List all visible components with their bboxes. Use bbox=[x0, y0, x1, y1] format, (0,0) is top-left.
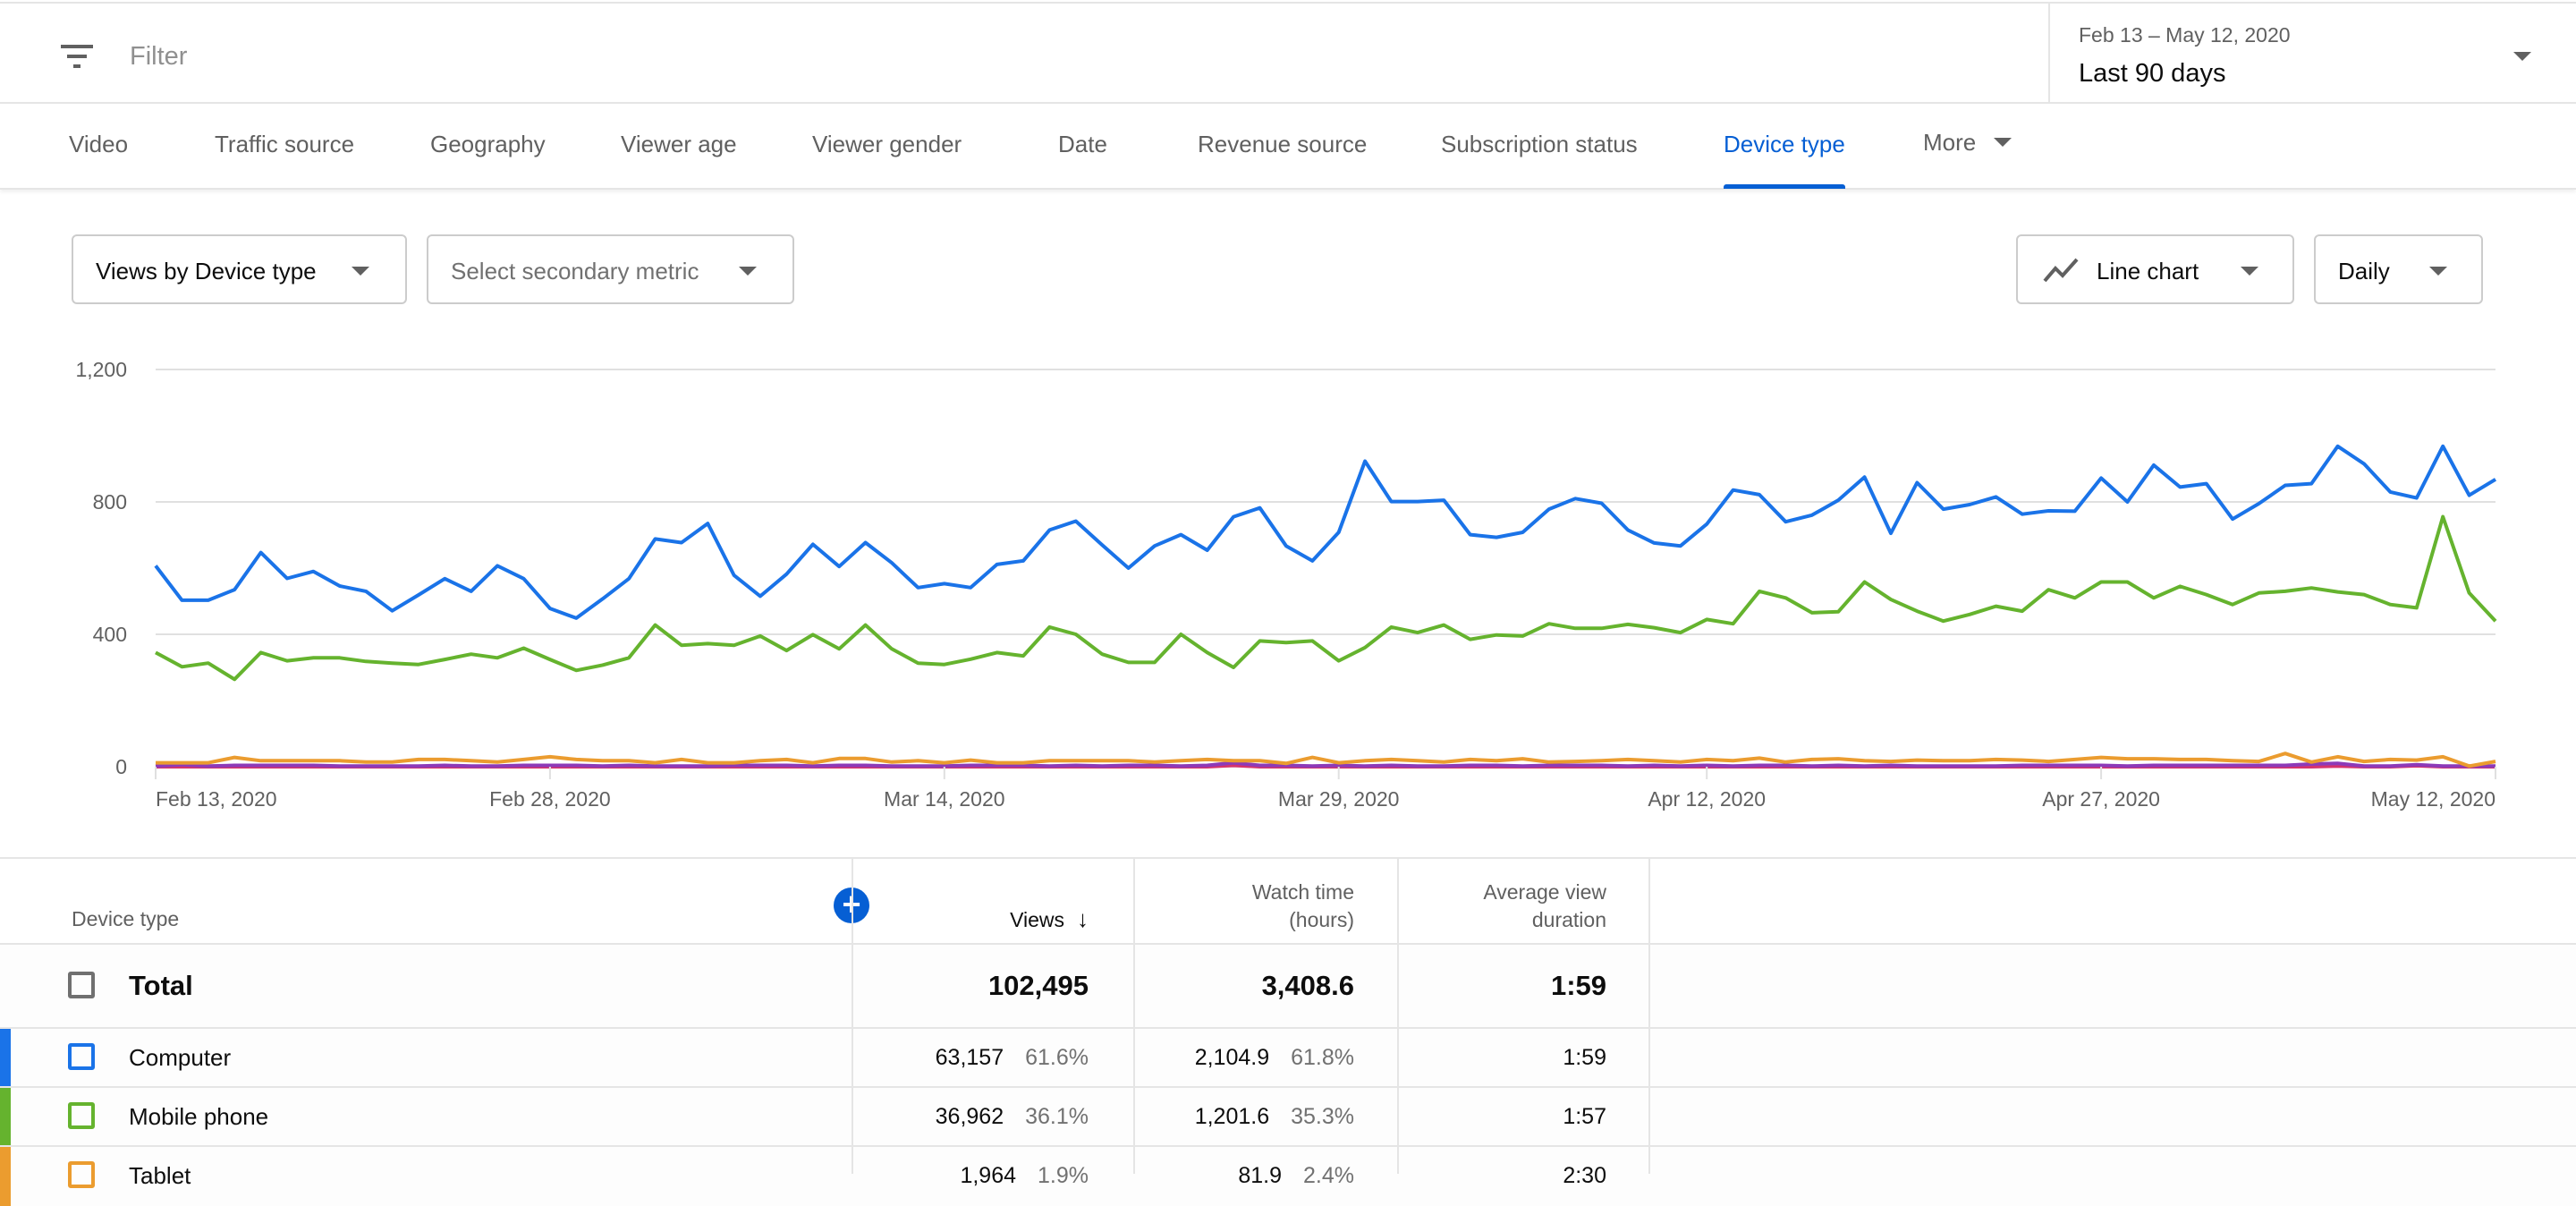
total-views: 102,495 bbox=[987, 970, 1089, 1001]
series-line-mobile-phone[interactable] bbox=[155, 514, 2497, 682]
period-dropdown[interactable]: Daily bbox=[2314, 234, 2483, 304]
filter-input[interactable] bbox=[128, 36, 2010, 77]
line-chart: 0 400 800 1,200 Feb 13, 2020 Feb 28, 2020 Mar … bbox=[0, 340, 2576, 823]
chevron-down-icon bbox=[2429, 267, 2447, 276]
tab-subscription-status[interactable]: Subscription status bbox=[1441, 131, 1638, 158]
row-watch-time: 81.9 2.4% bbox=[1238, 1163, 1354, 1188]
filter-bar: Feb 13 – May 12, 2020 Last 90 days bbox=[0, 2, 2576, 104]
x-tick-label: Apr 27, 2020 bbox=[2042, 787, 2160, 811]
chevron-down-icon bbox=[2241, 267, 2258, 276]
chevron-down-icon bbox=[739, 267, 757, 276]
line-chart-svg: 0 400 800 1,200 Feb 13, 2020 Feb 28, 2020 Mar … bbox=[75, 358, 2497, 811]
x-tick-label: Mar 14, 2020 bbox=[884, 787, 1005, 811]
column-divider bbox=[852, 859, 853, 1174]
header-watch-time[interactable]: Watch time (hours) bbox=[1252, 879, 1354, 934]
tab-geography[interactable]: Geography bbox=[430, 131, 546, 158]
secondary-metric-dropdown[interactable]: Select secondary metric bbox=[427, 234, 794, 304]
y-tick-label: 800 bbox=[93, 490, 127, 514]
row-name: Computer bbox=[129, 1044, 232, 1071]
tab-video[interactable]: Video bbox=[69, 131, 128, 158]
y-tick-label: 0 bbox=[115, 755, 127, 778]
dimension-tabs: Video Traffic source Geography Viewer ag… bbox=[0, 104, 2576, 190]
header-device-type[interactable]: Device type bbox=[72, 905, 179, 933]
row-checkbox[interactable] bbox=[68, 1043, 95, 1070]
table-row[interactable]: Computer 63,157 61.6% 2,104.9 61.8% 1:59 bbox=[0, 1029, 2576, 1088]
column-divider bbox=[1397, 859, 1399, 1174]
total-avd: 1:59 bbox=[1550, 970, 1606, 1001]
secondary-metric-placeholder: Select secondary metric bbox=[451, 258, 699, 285]
header-avd-line1: Average view bbox=[1483, 880, 1606, 904]
header-average-view-duration[interactable]: Average view duration bbox=[1483, 879, 1606, 934]
date-range-label: Last 90 days bbox=[2079, 59, 2226, 88]
primary-metric-dropdown[interactable]: Views by Device type bbox=[72, 234, 407, 304]
row-watch-time: 2,104.9 61.8% bbox=[1194, 1045, 1354, 1070]
tab-traffic-source[interactable]: Traffic source bbox=[215, 131, 354, 158]
row-avd: 1:57 bbox=[1563, 1104, 1606, 1129]
table-row[interactable]: Tablet 1,964 1.9% 81.9 2.4% 2:30 bbox=[0, 1147, 2576, 1206]
column-divider bbox=[1648, 859, 1650, 1174]
table-row-total: Total 102,495 3,408.6 1:59 bbox=[0, 945, 2576, 1029]
row-avd: 2:30 bbox=[1563, 1163, 1606, 1188]
x-tick-label: Feb 13, 2020 bbox=[156, 787, 277, 811]
table-header: Device type + Views↓ Watch time (hours) … bbox=[0, 859, 2576, 945]
chevron-down-icon bbox=[2513, 52, 2531, 61]
header-avd-line2: duration bbox=[1531, 908, 1606, 931]
tab-viewer-gender[interactable]: Viewer gender bbox=[812, 131, 962, 158]
chevron-down-icon bbox=[352, 267, 369, 276]
chevron-down-icon bbox=[1994, 138, 2012, 148]
total-checkbox[interactable] bbox=[68, 972, 95, 998]
x-tick-label: May 12, 2020 bbox=[2371, 787, 2496, 811]
tab-revenue-source[interactable]: Revenue source bbox=[1198, 131, 1367, 158]
table-row[interactable]: Mobile phone 36,962 36.1% 1,201.6 35.3% 1:… bbox=[0, 1088, 2576, 1147]
row-name: Total bbox=[129, 970, 193, 1001]
header-views[interactable]: Views ↓ bbox=[1010, 905, 1089, 934]
row-name: Mobile phone bbox=[129, 1103, 269, 1130]
row-watch-time: 1,201.6 35.3% bbox=[1194, 1104, 1354, 1129]
row-avd: 1:59 bbox=[1563, 1045, 1606, 1070]
series-color-swatch bbox=[0, 1029, 11, 1086]
sort-descending-icon: ↓ bbox=[1077, 905, 1089, 932]
tab-more[interactable]: More bbox=[1923, 129, 2012, 157]
filter-icon[interactable] bbox=[61, 45, 93, 68]
header-watch-time-line1: Watch time bbox=[1251, 880, 1354, 904]
row-checkbox[interactable] bbox=[68, 1161, 95, 1188]
row-checkbox[interactable] bbox=[68, 1102, 95, 1129]
row-views: 1,964 1.9% bbox=[960, 1163, 1089, 1188]
column-divider bbox=[1133, 859, 1135, 1174]
series-color-swatch bbox=[0, 1088, 11, 1145]
x-tick-label: Feb 28, 2020 bbox=[489, 787, 611, 811]
x-tick-label: Apr 12, 2020 bbox=[1648, 787, 1766, 811]
chart-type-dropdown[interactable]: Line chart bbox=[2016, 234, 2294, 304]
series-color-swatch bbox=[0, 1147, 11, 1206]
y-tick-label: 1,200 bbox=[75, 358, 127, 381]
x-tick-label: Mar 29, 2020 bbox=[1278, 787, 1400, 811]
y-tick-label: 400 bbox=[93, 623, 127, 646]
header-views-label: Views bbox=[1010, 908, 1064, 931]
tab-viewer-age[interactable]: Viewer age bbox=[621, 131, 737, 158]
primary-metric-label: Views by Device type bbox=[96, 258, 317, 285]
tab-device-type[interactable]: Device type bbox=[1724, 131, 1845, 189]
total-watch-time: 3,408.6 bbox=[1261, 970, 1354, 1001]
header-watch-time-line2: (hours) bbox=[1289, 908, 1354, 931]
chart-type-label: Line chart bbox=[2097, 258, 2199, 285]
tab-more-label: More bbox=[1923, 129, 1977, 156]
series-line-tv[interactable] bbox=[155, 760, 2496, 769]
date-range-picker[interactable]: Feb 13 – May 12, 2020 Last 90 days bbox=[2048, 4, 2576, 102]
date-range-text: Feb 13 – May 12, 2020 bbox=[2079, 23, 2291, 47]
row-views: 36,962 36.1% bbox=[935, 1104, 1089, 1129]
row-name: Tablet bbox=[129, 1162, 191, 1189]
device-type-table: Device type + Views↓ Watch time (hours) … bbox=[0, 857, 2576, 1206]
line-chart-icon bbox=[2043, 258, 2079, 283]
period-label: Daily bbox=[2338, 258, 2390, 285]
row-views: 63,157 61.6% bbox=[935, 1045, 1089, 1070]
tab-date[interactable]: Date bbox=[1058, 131, 1107, 158]
